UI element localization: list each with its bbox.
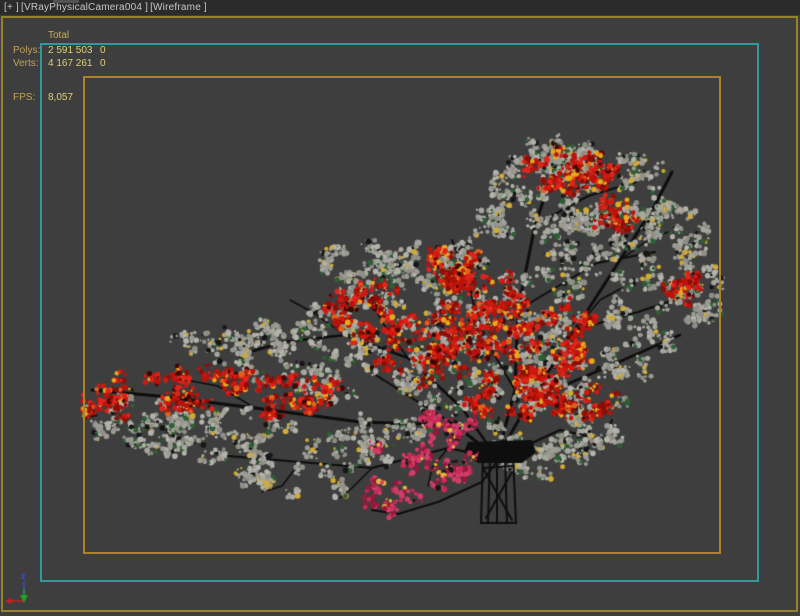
- 3dsmax-viewport-screenshot: { "viewport": { "label": { "general": "[…: [0, 0, 800, 616]
- viewport-general-menu[interactable]: [+ ]: [4, 2, 19, 13]
- viewport-label-bar: [+ ][VRayPhysicalCamera004 ][Wireframe ]: [0, 0, 800, 15]
- top-edge-fragment: [53, 0, 79, 3]
- viewport-label-menus: [+ ][VRayPhysicalCamera004 ][Wireframe ]: [4, 0, 209, 15]
- safe-frame-title-safe: [83, 76, 721, 554]
- viewport-pov-camera-menu[interactable]: [VRayPhysicalCamera004 ]: [21, 2, 148, 13]
- viewport-shading-menu[interactable]: [Wireframe ]: [150, 2, 207, 13]
